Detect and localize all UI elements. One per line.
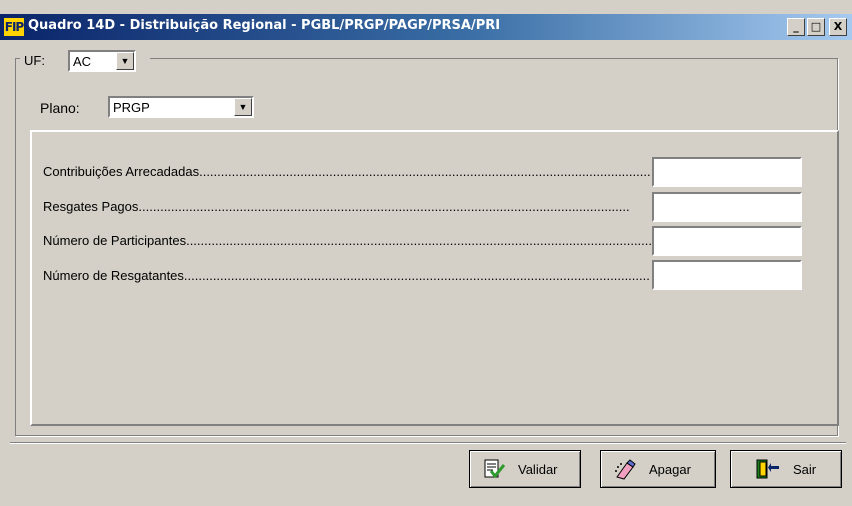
uf-group-header: UF: AC ▼: [20, 50, 150, 72]
sair-label: Sair: [793, 462, 817, 477]
uf-select-value: AC: [73, 54, 92, 69]
uf-select[interactable]: AC ▼: [68, 50, 136, 72]
sair-button[interactable]: Sair: [730, 450, 842, 488]
contribuicoes-arrecadadas-input[interactable]: [652, 157, 802, 187]
validar-button[interactable]: Validar: [469, 450, 581, 488]
window-title: Quadro 14D - Distribuição Regional - PGB…: [28, 18, 501, 33]
plano-select[interactable]: PRGP ▼: [108, 96, 254, 118]
plano-label: Plano:: [40, 100, 80, 116]
title-bar[interactable]: FIP Quadro 14D - Distribuição Regional -…: [0, 14, 852, 40]
plano-select-value: PRGP: [113, 100, 150, 115]
uf-label: UF:: [24, 53, 45, 68]
apagar-label: Apagar: [649, 462, 691, 477]
field-label-resgatantes: Número de Resgatantes...................…: [43, 268, 651, 283]
validar-label: Validar: [518, 462, 558, 477]
numero-participantes-input[interactable]: [652, 226, 802, 256]
eraser-icon: [613, 458, 637, 480]
apagar-button[interactable]: Apagar: [600, 450, 716, 488]
chevron-down-icon[interactable]: ▼: [234, 98, 252, 116]
field-label-contribuicoes: Contribuições Arrecadadas...............…: [43, 164, 651, 179]
bottom-divider: [10, 442, 846, 444]
field-label-participantes: Número de Participantes.................…: [43, 233, 651, 248]
numero-resgatantes-input[interactable]: [652, 260, 802, 290]
checklist-icon: [482, 458, 506, 480]
resgates-pagos-input[interactable]: [652, 192, 802, 222]
fip-logo-icon: FIP: [4, 18, 24, 36]
maximize-button[interactable]: □: [807, 18, 825, 36]
close-button[interactable]: X: [829, 18, 847, 36]
minimize-button[interactable]: _: [787, 18, 805, 36]
exit-door-icon: [755, 458, 779, 480]
chevron-down-icon[interactable]: ▼: [116, 52, 134, 70]
field-label-resgates: Resgates Pagos..........................…: [43, 199, 630, 214]
app-window: FIP Quadro 14D - Distribuição Regional -…: [0, 0, 852, 506]
